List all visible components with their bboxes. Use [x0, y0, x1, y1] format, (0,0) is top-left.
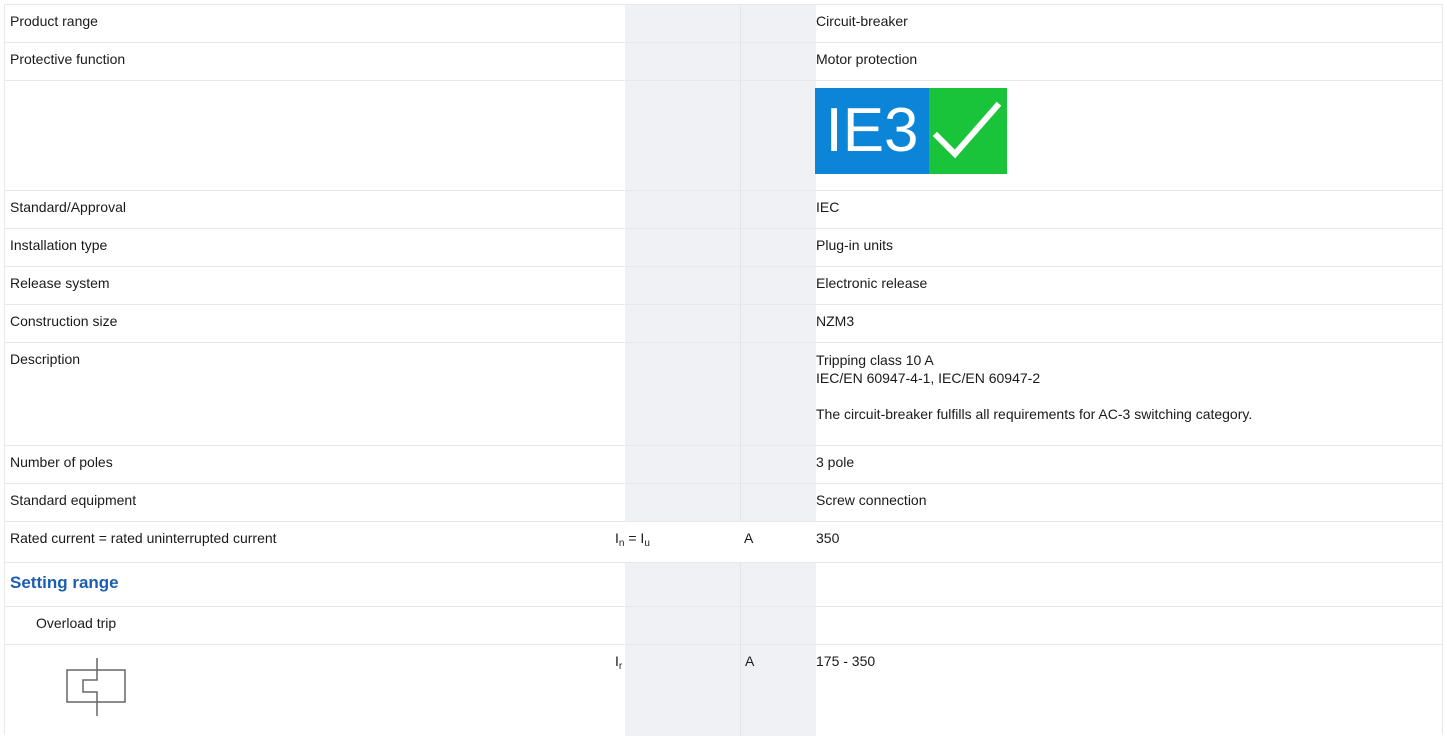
row-unit: [740, 305, 816, 342]
row-value: 350: [816, 530, 840, 546]
row-label: Release system: [10, 275, 110, 291]
ie3-badge: IE3: [815, 88, 1007, 174]
ir-symbol: Ir: [615, 653, 623, 672]
row-label: Standard/Approval: [10, 199, 126, 215]
row-label: Standard equipment: [10, 492, 137, 508]
row-label: Installation type: [10, 237, 108, 253]
row-symbol: [625, 607, 740, 644]
spec-table: Product range Circuit-breaker Protective…: [4, 4, 1443, 736]
description-line: IEC/EN 60947-4-1, IEC/EN 60947-2: [816, 370, 1041, 386]
row-value: [816, 607, 1442, 644]
checkmark-icon: [929, 88, 1007, 174]
row-symbol: [625, 229, 740, 266]
row-unit: A: [740, 522, 816, 562]
row-label: Protective function: [10, 51, 126, 67]
table-row: Product range Circuit-breaker: [5, 5, 1442, 43]
row-unit: [740, 343, 816, 445]
row-symbol: [625, 43, 740, 80]
row-unit: [740, 81, 816, 190]
row-symbol: [625, 446, 740, 483]
row-label: Overload trip: [36, 615, 117, 631]
row-symbol: [625, 191, 740, 228]
table-row: Description Tripping class 10 A IEC/EN 6…: [5, 343, 1442, 446]
row-unit: [740, 229, 816, 266]
row-unit: [740, 43, 816, 80]
row-unit: [740, 5, 816, 42]
row-symbol: Ir: [615, 645, 740, 736]
row-unit: A: [740, 645, 816, 736]
row-value: NZM3: [816, 313, 855, 329]
row-symbol: [625, 343, 740, 445]
row-value: IEC: [816, 199, 840, 215]
ie3-label: IE3: [815, 88, 929, 174]
section-heading-row: Setting range: [5, 563, 1442, 607]
row-symbol: [625, 81, 740, 190]
row-label: Description: [10, 351, 81, 367]
row-unit: [740, 484, 816, 521]
row-symbol: [625, 484, 740, 521]
row-symbol: [625, 267, 740, 304]
row-symbol: [625, 305, 740, 342]
row-unit: [740, 446, 816, 483]
row-symbol: [625, 563, 740, 606]
row-value: Motor protection: [816, 51, 918, 67]
description-line: The circuit-breaker fulfills all require…: [816, 406, 1253, 422]
table-row: Standard equipment Screw connection: [5, 484, 1442, 522]
table-row: [5, 81, 1442, 191]
row-value: Screw connection: [816, 492, 927, 508]
row-value: Electronic release: [816, 275, 928, 291]
row-label: Number of poles: [10, 454, 113, 470]
table-row: Standard/Approval IEC: [5, 191, 1442, 229]
section-heading: Setting range: [10, 573, 119, 592]
table-row: Ir A 175 - 350: [5, 645, 1442, 736]
row-value: [816, 563, 1442, 606]
table-row: Construction size NZM3: [5, 305, 1442, 343]
row-unit: [740, 267, 816, 304]
row-value: 175 - 350: [816, 653, 876, 669]
row-unit: [740, 563, 816, 606]
row-label: [5, 81, 625, 190]
row-label: Rated current = rated uninterrupted curr…: [10, 530, 277, 546]
row-value: 3 pole: [816, 454, 855, 470]
table-row: Release system Electronic release: [5, 267, 1442, 305]
row-value: Plug-in units: [816, 237, 894, 253]
row-value: Circuit-breaker: [816, 13, 908, 29]
table-row: Installation type Plug-in units: [5, 229, 1442, 267]
overload-relay-icon: [60, 658, 130, 723]
row-label: Product range: [10, 13, 98, 29]
table-row: Rated current = rated uninterrupted curr…: [5, 522, 1442, 563]
row-label: Construction size: [10, 313, 118, 329]
rated-current-symbol: In = Iu: [615, 530, 650, 549]
row-unit: [740, 191, 816, 228]
row-value: Tripping class 10 A IEC/EN 60947-4-1, IE…: [816, 343, 1442, 445]
description-line: Tripping class 10 A: [816, 352, 934, 368]
row-symbol: [625, 5, 740, 42]
row-unit: [740, 607, 816, 644]
table-row: Protective function Motor protection: [5, 43, 1442, 81]
table-row: Number of poles 3 pole: [5, 446, 1442, 484]
table-row: Overload trip: [5, 607, 1442, 645]
row-symbol: In = Iu: [615, 522, 740, 562]
